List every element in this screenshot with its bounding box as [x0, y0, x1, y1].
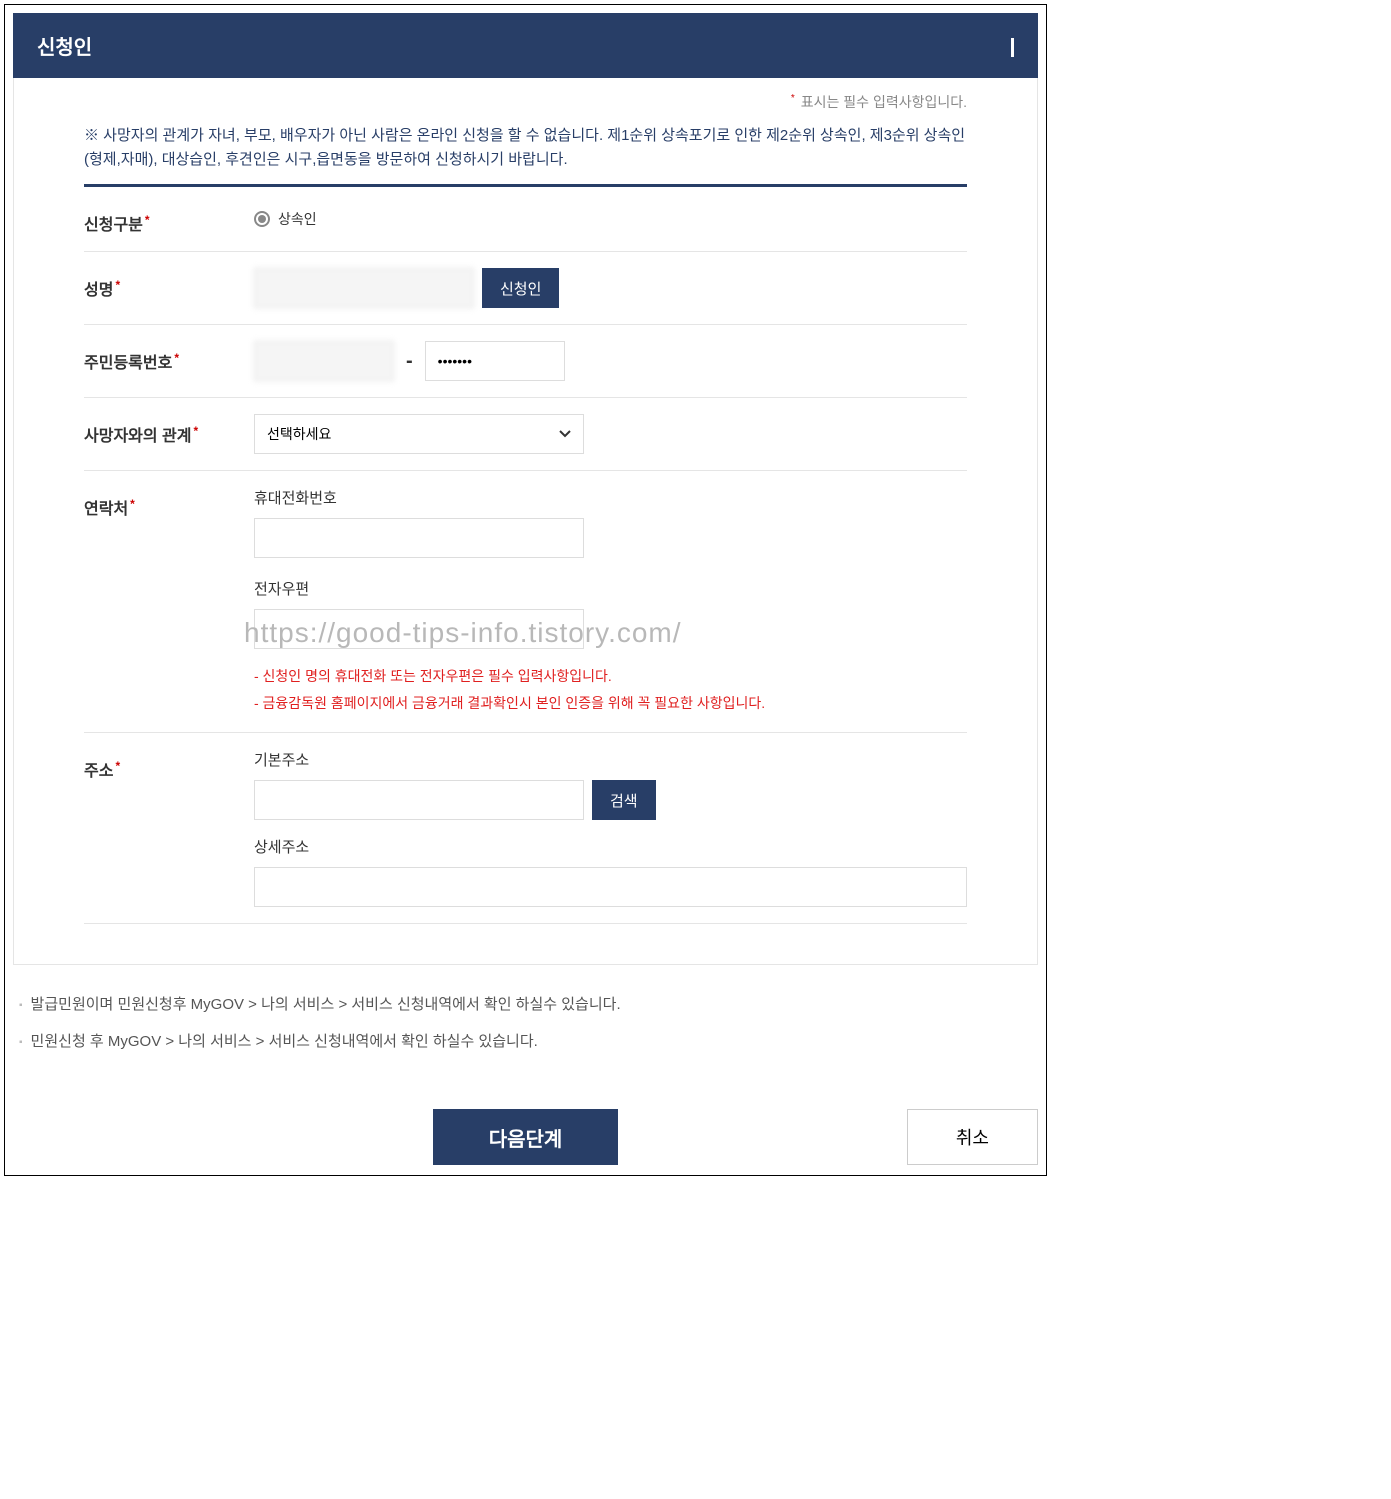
next-step-button[interactable]: 다음단계 — [433, 1109, 619, 1165]
base-address-label: 기본주소 — [254, 749, 967, 770]
notice-text: ※ 사망자의 관계가 자녀, 부모, 배우자가 아닌 사람은 온라인 신청을 할… — [84, 124, 967, 187]
email-input[interactable] — [254, 609, 584, 649]
rrn-first-input[interactable] — [254, 341, 394, 381]
radio-heir[interactable]: 상속인 — [254, 203, 967, 229]
phone-label: 휴대전화번호 — [254, 487, 967, 508]
radio-label: 상속인 — [278, 209, 317, 229]
required-note: *표시는 필수 입력사항입니다. — [84, 78, 967, 124]
footer-note-2: 민원신청 후 MyGOV > 나의 서비스 > 서비스 신청내역에서 확인 하실… — [19, 1022, 1038, 1059]
label-rrn: 주민등록번호* — [84, 341, 254, 373]
label-relation: 사망자와의 관계* — [84, 414, 254, 446]
radio-icon — [254, 211, 270, 227]
detail-address-label: 상세주소 — [254, 836, 967, 857]
label-contact: 연락처* — [84, 487, 254, 519]
cancel-button[interactable]: 취소 — [907, 1109, 1038, 1165]
panel-header[interactable]: 신청인 — [13, 13, 1038, 78]
detail-address-input[interactable] — [254, 867, 967, 907]
label-type: 신청구분* — [84, 203, 254, 235]
relation-select[interactable]: 선택하세요 — [254, 414, 584, 454]
rrn-second-input[interactable] — [425, 341, 565, 381]
red-note-1: - 신청인 명의 휴대전화 또는 전자우편은 필수 입력사항입니다. — [254, 663, 967, 690]
rrn-dash: - — [402, 350, 417, 373]
search-address-button[interactable]: 검색 — [592, 780, 656, 820]
label-address: 주소* — [84, 749, 254, 781]
panel-title: 신청인 — [37, 31, 92, 60]
phone-input[interactable] — [254, 518, 584, 558]
applicant-button[interactable]: 신청인 — [482, 268, 559, 308]
name-input[interactable] — [254, 268, 474, 308]
base-address-input[interactable] — [254, 780, 584, 820]
red-note-2: - 금융감독원 홈페이지에서 금융거래 결과확인시 본인 인증을 위해 꼭 필요… — [254, 690, 967, 717]
chevron-up-icon — [1011, 38, 1014, 54]
label-name: 성명* — [84, 268, 254, 300]
email-label: 전자우편 — [254, 578, 967, 599]
footer-note-1: 발급민원이며 민원신청후 MyGOV > 나의 서비스 > 서비스 신청내역에서… — [19, 985, 1038, 1022]
